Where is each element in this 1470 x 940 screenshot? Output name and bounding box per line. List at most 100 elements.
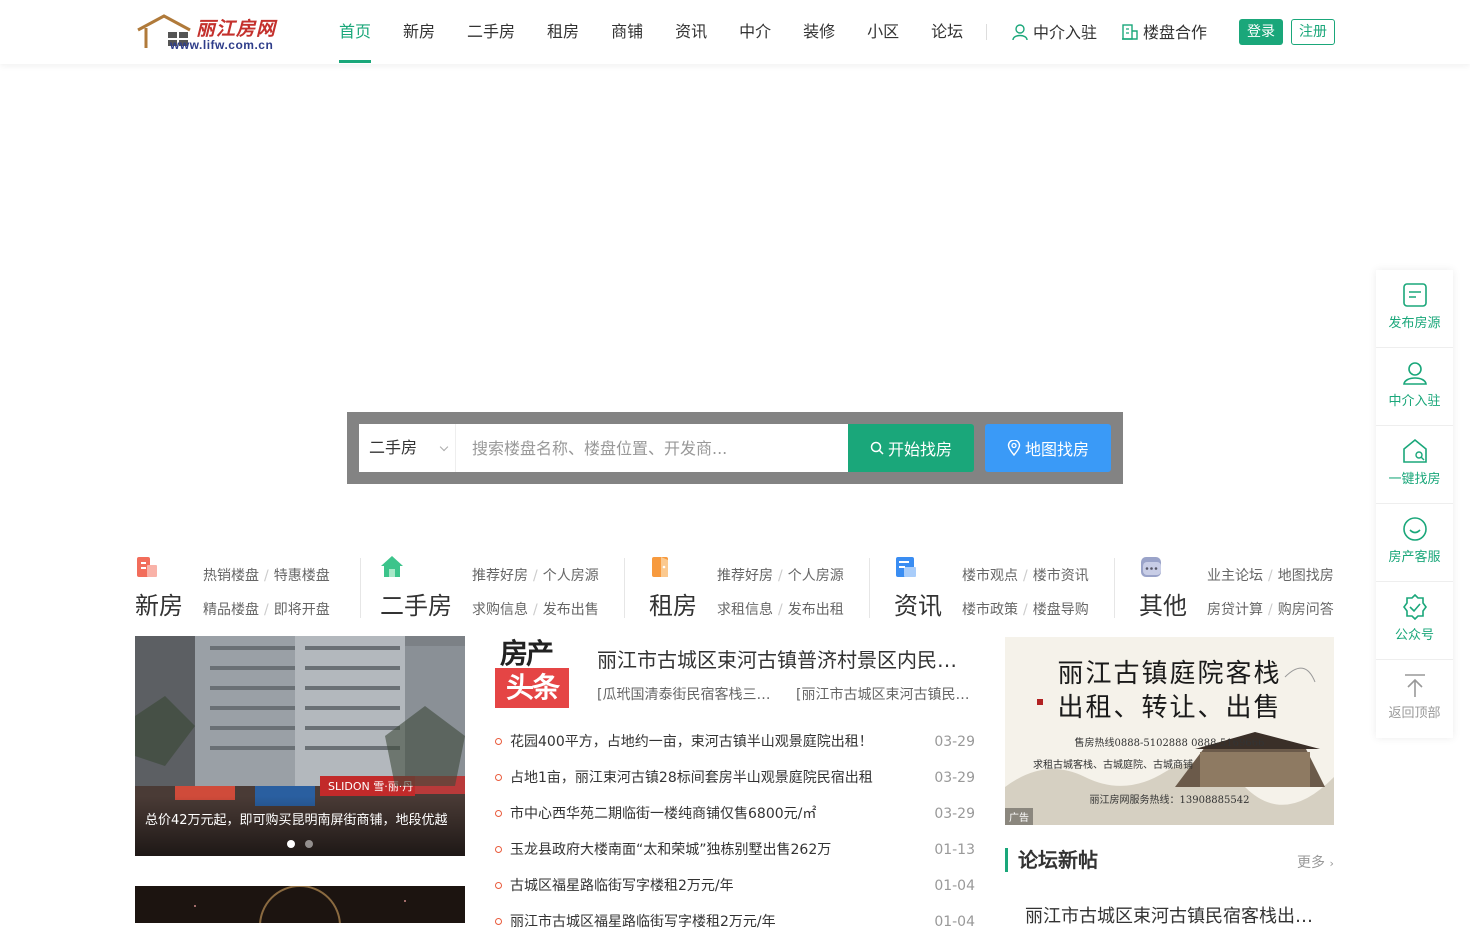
ad-banner[interactable]: 丽江古镇庭院客栈 出租、转让、出售 售房热线0888-5102888 0888-… — [1005, 637, 1334, 825]
news-title: 市中心西华苑二期临街一楼纯商铺仅售6800元/㎡ — [510, 806, 817, 822]
chevron-right-icon: › — [1329, 857, 1334, 870]
side-label: 返回顶部 — [1388, 706, 1441, 721]
category-link[interactable]: 特惠楼盘 — [274, 568, 330, 584]
nav-decoration[interactable]: 装修 — [803, 0, 835, 64]
category-link[interactable]: 发布出租 — [788, 602, 844, 618]
list-item[interactable]: 花园400平方，占地约一亩，束河古镇半山观景庭院出租！ 03-29 — [495, 724, 975, 760]
search-type-value: 二手房 — [369, 438, 418, 457]
side-back-to-top[interactable]: 返回顶部 — [1376, 660, 1453, 738]
nav-community[interactable]: 小区 — [867, 0, 899, 64]
map-pin-icon — [1007, 440, 1021, 456]
category-link[interactable]: 业主论坛 — [1207, 568, 1263, 584]
nav-forum[interactable]: 论坛 — [931, 0, 963, 64]
category-divider — [624, 558, 625, 618]
ad-hotline: 售房热线0888-5102888 0888-5169666 — [1074, 738, 1265, 749]
side-customer-service[interactable]: 房产客服 — [1376, 504, 1453, 582]
slider-dot[interactable] — [287, 840, 295, 848]
person-icon — [1012, 24, 1028, 41]
category-title[interactable]: 新房 — [135, 586, 183, 621]
category-title[interactable]: 资讯 — [894, 586, 942, 621]
start-search-button[interactable]: 开始找房 — [848, 424, 974, 472]
nav-home[interactable]: 首页 — [339, 0, 372, 64]
chat-icon — [1402, 517, 1427, 541]
category-link[interactable]: 楼市观点 — [962, 568, 1018, 584]
category-link[interactable]: 精品楼盘 — [203, 602, 259, 618]
login-button[interactable]: 登录 — [1239, 19, 1283, 45]
category-links: 楼市观点 / 楼市资讯 楼市政策 / 楼盘导购 — [962, 568, 1089, 618]
ad-headline-2: 出租、转让、出售 — [1057, 693, 1282, 723]
category-links: 推荐好房 / 个人房源 求租信息 / 发布出租 — [717, 568, 844, 618]
category-link[interactable]: 房贷计算 — [1207, 602, 1263, 618]
second-banner[interactable] — [135, 886, 465, 923]
category-link[interactable]: 求购信息 — [472, 602, 528, 618]
map-search-button[interactable]: 地图找房 — [985, 424, 1111, 472]
category-link[interactable]: 楼市政策 — [962, 602, 1018, 618]
news-date: 03-29 — [934, 734, 975, 750]
category-link[interactable]: 购房问答 — [1278, 602, 1334, 618]
category-link[interactable]: 推荐好房 — [472, 568, 528, 584]
category-link[interactable]: 楼市资讯 — [1033, 568, 1089, 584]
category-link[interactable]: 求租信息 — [717, 602, 773, 618]
list-item[interactable]: 占地1亩，丽江束河古镇28标间套房半山观景庭院民宿出租 03-29 — [495, 760, 975, 796]
category-title[interactable]: 二手房 — [380, 586, 452, 621]
nav-new-house[interactable]: 新房 — [403, 0, 435, 64]
ad-desc: 求租古城客栈、古城庭院、古城商铺 — [1033, 760, 1193, 771]
side-publish-listing[interactable]: 发布房源 — [1376, 270, 1453, 348]
site-logo[interactable]: 丽江房网 www.lifw.com.cn — [136, 12, 296, 52]
category-link[interactable]: 个人房源 — [788, 568, 844, 584]
category-title[interactable]: 其他 — [1139, 586, 1187, 621]
list-item[interactable]: 丽江市古城区福星路临街写字楼租2万元/年 01-04 — [495, 904, 975, 940]
ad-headline-1: 丽江古镇庭院客栈 — [1057, 659, 1282, 689]
forum-more-link[interactable]: 更多 › — [1297, 852, 1334, 872]
list-item[interactable]: 市中心西华苑二期临街一楼纯商铺仅售6800元/㎡ 03-29 — [495, 796, 975, 832]
category-divider — [360, 558, 361, 618]
side-label: 公众号 — [1394, 628, 1434, 643]
side-agent-join[interactable]: 中介入驻 — [1376, 348, 1453, 426]
nav-rent[interactable]: 租房 — [547, 0, 579, 64]
night-photo — [135, 886, 465, 923]
project-coop-link[interactable]: 楼盘合作 — [1121, 0, 1207, 64]
list-item[interactable]: 玉龙县政府大楼南面“太和荣城”独栋别墅出售262万 01-13 — [495, 832, 975, 868]
headline-title[interactable]: 丽江市古城区束河古镇普济村景区内民宿客栈转让 — [597, 644, 975, 673]
agent-join-link[interactable]: 中介入驻 — [1011, 0, 1097, 64]
side-label: 中介入驻 — [1388, 394, 1441, 409]
category-link[interactable]: 地图找房 — [1278, 568, 1334, 584]
headline-sublink[interactable]: [丽江市古城区束河古镇民宿客栈] — [796, 684, 974, 704]
category-link[interactable]: 楼盘导购 — [1033, 602, 1089, 618]
slider-caption[interactable]: 总价42万元起，即可购买昆明南屏街商铺，地段优越 — [145, 809, 457, 828]
list-item[interactable]: 古城区福星路临街写字楼租2万元/年 01-04 — [495, 868, 975, 904]
nav-second-hand[interactable]: 二手房 — [467, 0, 515, 64]
category-link[interactable]: 推荐好房 — [717, 568, 773, 584]
search-panel: 二手房 开始找房 地图找房 — [347, 412, 1123, 484]
start-search-label: 开始找房 — [887, 440, 952, 459]
category-link[interactable]: 即将开盘 — [274, 602, 330, 618]
search-type-select[interactable]: 二手房 — [359, 424, 456, 472]
arrow-up-icon — [1404, 674, 1425, 697]
nav-shops[interactable]: 商铺 — [611, 0, 643, 64]
featured-slider[interactable]: SLIDON 雪·丽·丹 总价42万元起，即可购买昆明南屏街商铺，地段优越 — [135, 636, 465, 856]
building-icon — [137, 557, 157, 577]
headline-sublink[interactable]: [瓜玳国清泰街民宿客栈三楼转让] — [597, 684, 775, 704]
house-icon — [381, 556, 403, 577]
more-icon — [1141, 557, 1161, 577]
news-date: 01-13 — [934, 842, 975, 858]
site-header: 丽江房网 www.lifw.com.cn 首页 新房 二手房 租房 商铺 资讯 … — [0, 0, 1470, 64]
register-button[interactable]: 注册 — [1291, 19, 1335, 45]
project-coop-label: 楼盘合作 — [1143, 22, 1208, 42]
search-input[interactable] — [456, 424, 848, 472]
side-quick-find[interactable]: 一键找房 — [1376, 426, 1453, 504]
category-link[interactable]: 发布出售 — [543, 602, 599, 618]
nav-agents[interactable]: 中介 — [739, 0, 771, 64]
nav-news[interactable]: 资讯 — [675, 0, 707, 64]
category-link[interactable]: 热销楼盘 — [203, 568, 259, 584]
house-search-icon — [1402, 438, 1427, 463]
news-date: 01-04 — [934, 878, 975, 894]
category-bar: 新房 热销楼盘 / 特惠楼盘 精品楼盘 / 即将开盘 二手房 推荐好房 / 个人房源 求购信… — [135, 555, 1335, 620]
forum-section-title: 论坛新帖 — [1005, 848, 1098, 872]
slider-dot[interactable] — [305, 840, 313, 848]
category-title[interactable]: 租房 — [649, 586, 697, 621]
side-wechat[interactable]: 公众号 — [1376, 582, 1453, 660]
category-links: 热销楼盘 / 特惠楼盘 精品楼盘 / 即将开盘 — [203, 568, 330, 618]
category-link[interactable]: 个人房源 — [543, 568, 599, 584]
forum-post[interactable]: 丽江市古城区束河古镇民宿客栈出租转让 — [1025, 902, 1325, 928]
